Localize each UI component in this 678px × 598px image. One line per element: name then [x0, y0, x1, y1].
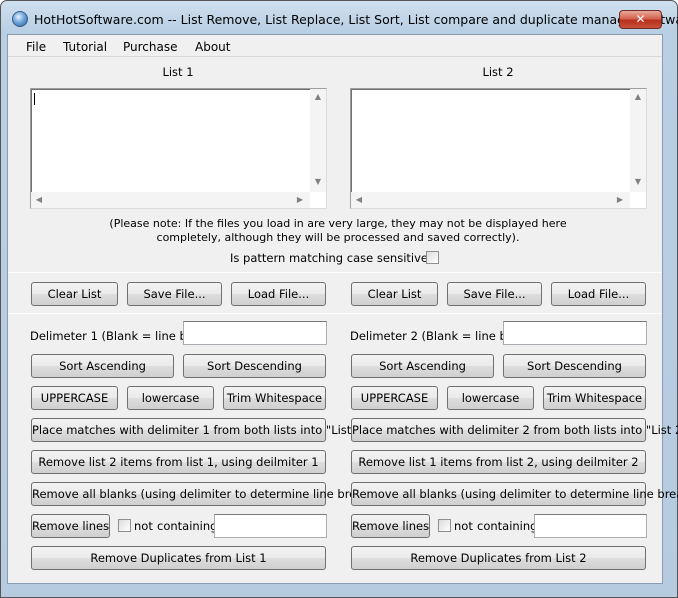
left-save-file-button[interactable]: Save File...	[127, 282, 222, 306]
menu-file[interactable]: File	[26, 39, 46, 55]
right-remove-other-list-button[interactable]: Remove list 1 items from list 2, using d…	[351, 450, 646, 474]
list2-horizontal-scrollbar[interactable]: ◀ ▶	[351, 192, 630, 208]
right-containing-label: containing	[477, 519, 538, 533]
divider	[8, 313, 662, 314]
text-caret	[34, 93, 35, 105]
left-place-matches-button[interactable]: Place matches with delimiter 1 from both…	[31, 418, 368, 442]
scroll-right-icon[interactable]: ▶	[295, 195, 305, 205]
list1-horizontal-scrollbar[interactable]: ◀ ▶	[31, 192, 310, 208]
right-save-file-button[interactable]: Save File...	[447, 282, 542, 306]
right-clear-list-button[interactable]: Clear List	[351, 282, 438, 306]
list1-label: List 1	[162, 65, 194, 79]
right-remove-lines-button[interactable]: Remove lines	[351, 514, 430, 538]
right-not-label: not	[454, 519, 473, 533]
left-remove-duplicates-button[interactable]: Remove Duplicates from List 1	[31, 546, 326, 570]
left-containing-label: containing	[157, 519, 218, 533]
left-uppercase-button[interactable]: UPPERCASE	[31, 386, 118, 410]
left-not-label: not	[134, 519, 153, 533]
right-place-matches-button[interactable]: Place matches with delimiter 2 from both…	[351, 418, 678, 442]
scroll-down-icon[interactable]: ▼	[630, 177, 646, 187]
right-load-file-button[interactable]: Load File...	[551, 282, 646, 306]
close-button[interactable]: ✕	[619, 10, 662, 29]
scroll-up-icon[interactable]: ▲	[310, 92, 326, 102]
left-clear-list-button[interactable]: Clear List	[31, 282, 118, 306]
menu-about[interactable]: About	[195, 39, 230, 55]
menu-purchase[interactable]: Purchase	[123, 39, 178, 55]
note-line-2: completely, although they will be proces…	[156, 231, 520, 244]
left-sort-ascending-button[interactable]: Sort Ascending	[31, 354, 174, 378]
left-containing-input[interactable]	[214, 514, 327, 538]
left-not-checkbox[interactable]	[118, 519, 131, 532]
left-remove-blanks-button[interactable]: Remove all blanks (using delimiter to de…	[31, 482, 380, 506]
left-remove-other-list-button[interactable]: Remove list 2 items from list 1, using d…	[31, 450, 326, 474]
scroll-left-icon[interactable]: ◀	[354, 195, 364, 205]
scroll-left-icon[interactable]: ◀	[34, 195, 44, 205]
case-sensitive-label: Is pattern matching case sensitive?	[230, 251, 435, 265]
list2-textarea[interactable]: ▲ ▼ ◀ ▶	[350, 88, 647, 209]
app-globe-icon	[12, 11, 28, 27]
right-sort-descending-button[interactable]: Sort Descending	[503, 354, 646, 378]
scroll-up-icon[interactable]: ▲	[630, 92, 646, 102]
right-lowercase-button[interactable]: lowercase	[447, 386, 534, 410]
right-remove-duplicates-button[interactable]: Remove Duplicates from List 2	[351, 546, 646, 570]
right-uppercase-button[interactable]: UPPERCASE	[351, 386, 438, 410]
scroll-right-icon[interactable]: ▶	[615, 195, 625, 205]
title-bar[interactable]: HotHotSoftware.com -- List Remove, List …	[0, 0, 678, 34]
left-delimiter-input[interactable]	[183, 321, 327, 345]
window-title: HotHotSoftware.com -- List Remove, List …	[34, 12, 678, 27]
right-delimiter-input[interactable]	[503, 321, 647, 345]
right-sort-ascending-button[interactable]: Sort Ascending	[351, 354, 494, 378]
case-sensitive-checkbox[interactable]	[426, 251, 439, 264]
scroll-down-icon[interactable]: ▼	[310, 177, 326, 187]
menu-tutorial[interactable]: Tutorial	[63, 39, 107, 55]
left-remove-lines-button[interactable]: Remove lines	[31, 514, 110, 538]
list1-textarea[interactable]: ▲ ▼ ◀ ▶	[30, 88, 327, 209]
list1-vertical-scrollbar[interactable]: ▲ ▼	[310, 89, 326, 192]
left-load-file-button[interactable]: Load File...	[231, 282, 326, 306]
right-trim-whitespace-button[interactable]: Trim Whitespace	[543, 386, 646, 410]
list2-label: List 2	[482, 65, 514, 79]
right-containing-input[interactable]	[534, 514, 647, 538]
left-lowercase-button[interactable]: lowercase	[127, 386, 214, 410]
left-trim-whitespace-button[interactable]: Trim Whitespace	[223, 386, 326, 410]
right-remove-blanks-button[interactable]: Remove all blanks (using delimiter to de…	[351, 482, 678, 506]
list2-vertical-scrollbar[interactable]: ▲ ▼	[630, 89, 646, 192]
divider	[8, 272, 662, 273]
left-sort-descending-button[interactable]: Sort Descending	[183, 354, 326, 378]
right-not-checkbox[interactable]	[438, 519, 451, 532]
